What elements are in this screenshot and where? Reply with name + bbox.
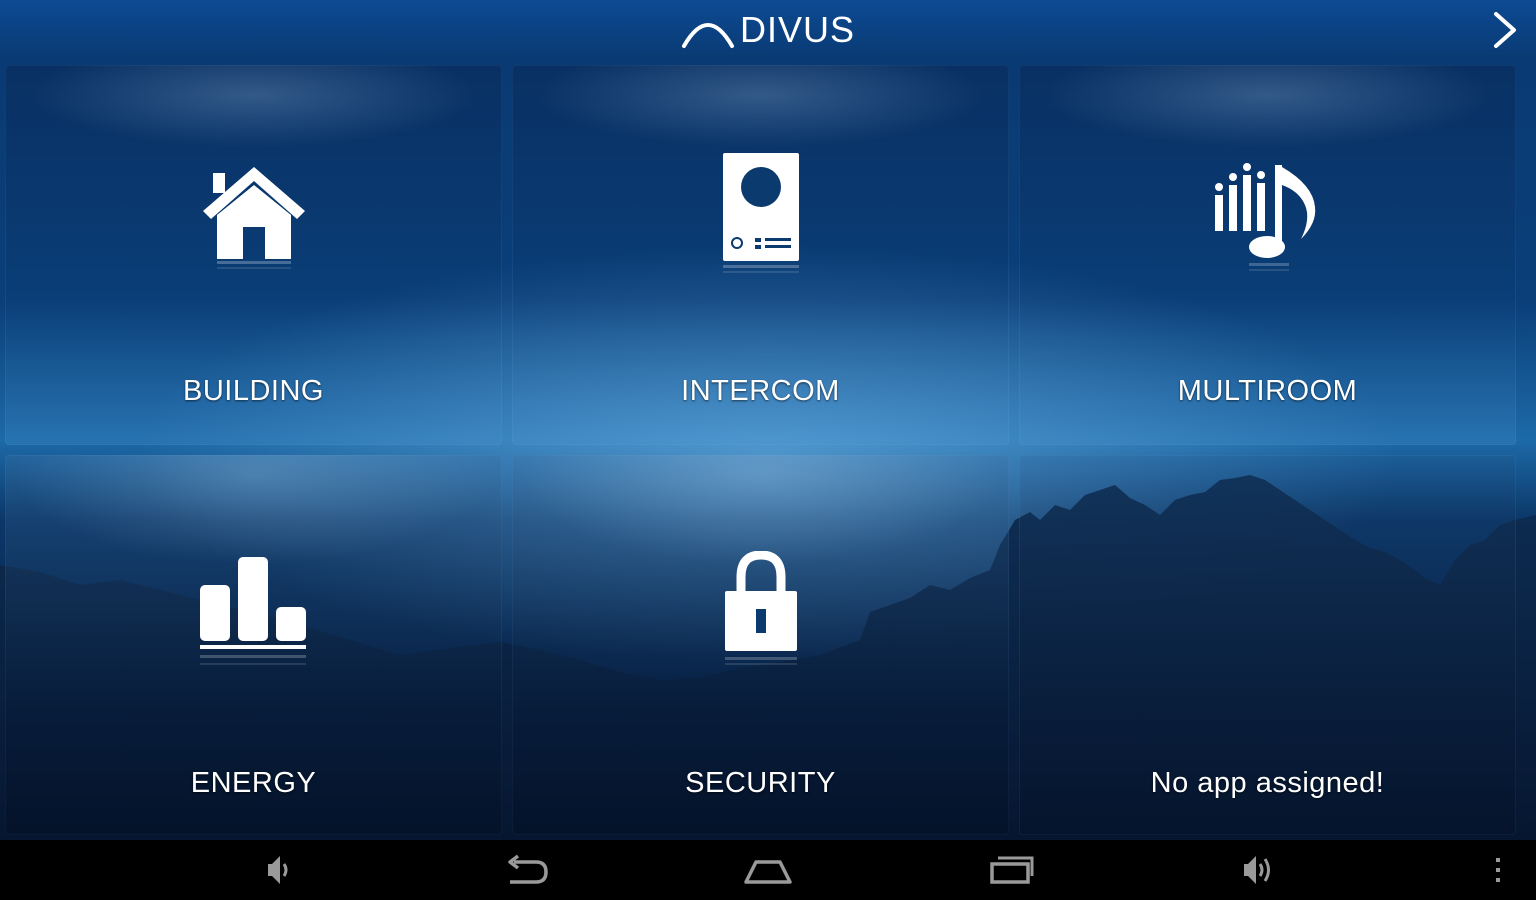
volume-up-icon xyxy=(1244,856,1270,884)
navigation-bar xyxy=(0,840,1536,900)
back-icon xyxy=(508,854,548,884)
tile-security[interactable]: SECURITY xyxy=(512,455,1009,835)
overflow-menu-icon xyxy=(1496,858,1500,882)
tile-label: INTERCOM xyxy=(681,375,840,407)
tile-empty[interactable]: No app assigned! xyxy=(1019,455,1516,835)
bar-chart-icon xyxy=(199,557,306,665)
tile-label: MULTIROOM xyxy=(1177,375,1358,407)
overflow-menu-button[interactable] xyxy=(1470,850,1526,890)
tile-label: SECURITY xyxy=(685,767,836,799)
music-note-icon xyxy=(1214,163,1315,271)
tile-label: No app assigned! xyxy=(1150,767,1385,799)
recent-apps-icon xyxy=(990,856,1034,884)
tile-energy[interactable]: ENERGY xyxy=(5,455,502,835)
logo-text: DIVUS xyxy=(740,9,856,50)
tile-building[interactable]: BUILDING xyxy=(5,65,502,445)
house-icon xyxy=(202,167,305,269)
home-screen: DIVUS BUILDING INTERCOM MULTIROOM ENERGY… xyxy=(0,0,1536,840)
tile-label: ENERGY xyxy=(190,767,317,799)
intercom-panel-icon xyxy=(722,153,799,273)
logo-arc-icon xyxy=(682,23,734,48)
tile-multiroom[interactable]: MULTIROOM xyxy=(1019,65,1516,445)
back-button[interactable] xyxy=(498,850,554,890)
padlock-icon xyxy=(724,551,797,665)
tile-intercom[interactable]: INTERCOM xyxy=(512,65,1009,445)
recent-apps-button[interactable] xyxy=(984,850,1040,890)
divus-logo: DIVUS xyxy=(680,9,856,50)
home-icon xyxy=(744,860,792,884)
volume-down-icon xyxy=(268,856,288,884)
volume-up-button[interactable] xyxy=(1228,850,1284,890)
home-button[interactable] xyxy=(740,850,796,890)
tile-label: BUILDING xyxy=(183,375,324,407)
chevron-right-icon[interactable] xyxy=(1488,10,1524,50)
volume-down-button[interactable] xyxy=(250,850,306,890)
header-bar: DIVUS xyxy=(0,0,1536,62)
